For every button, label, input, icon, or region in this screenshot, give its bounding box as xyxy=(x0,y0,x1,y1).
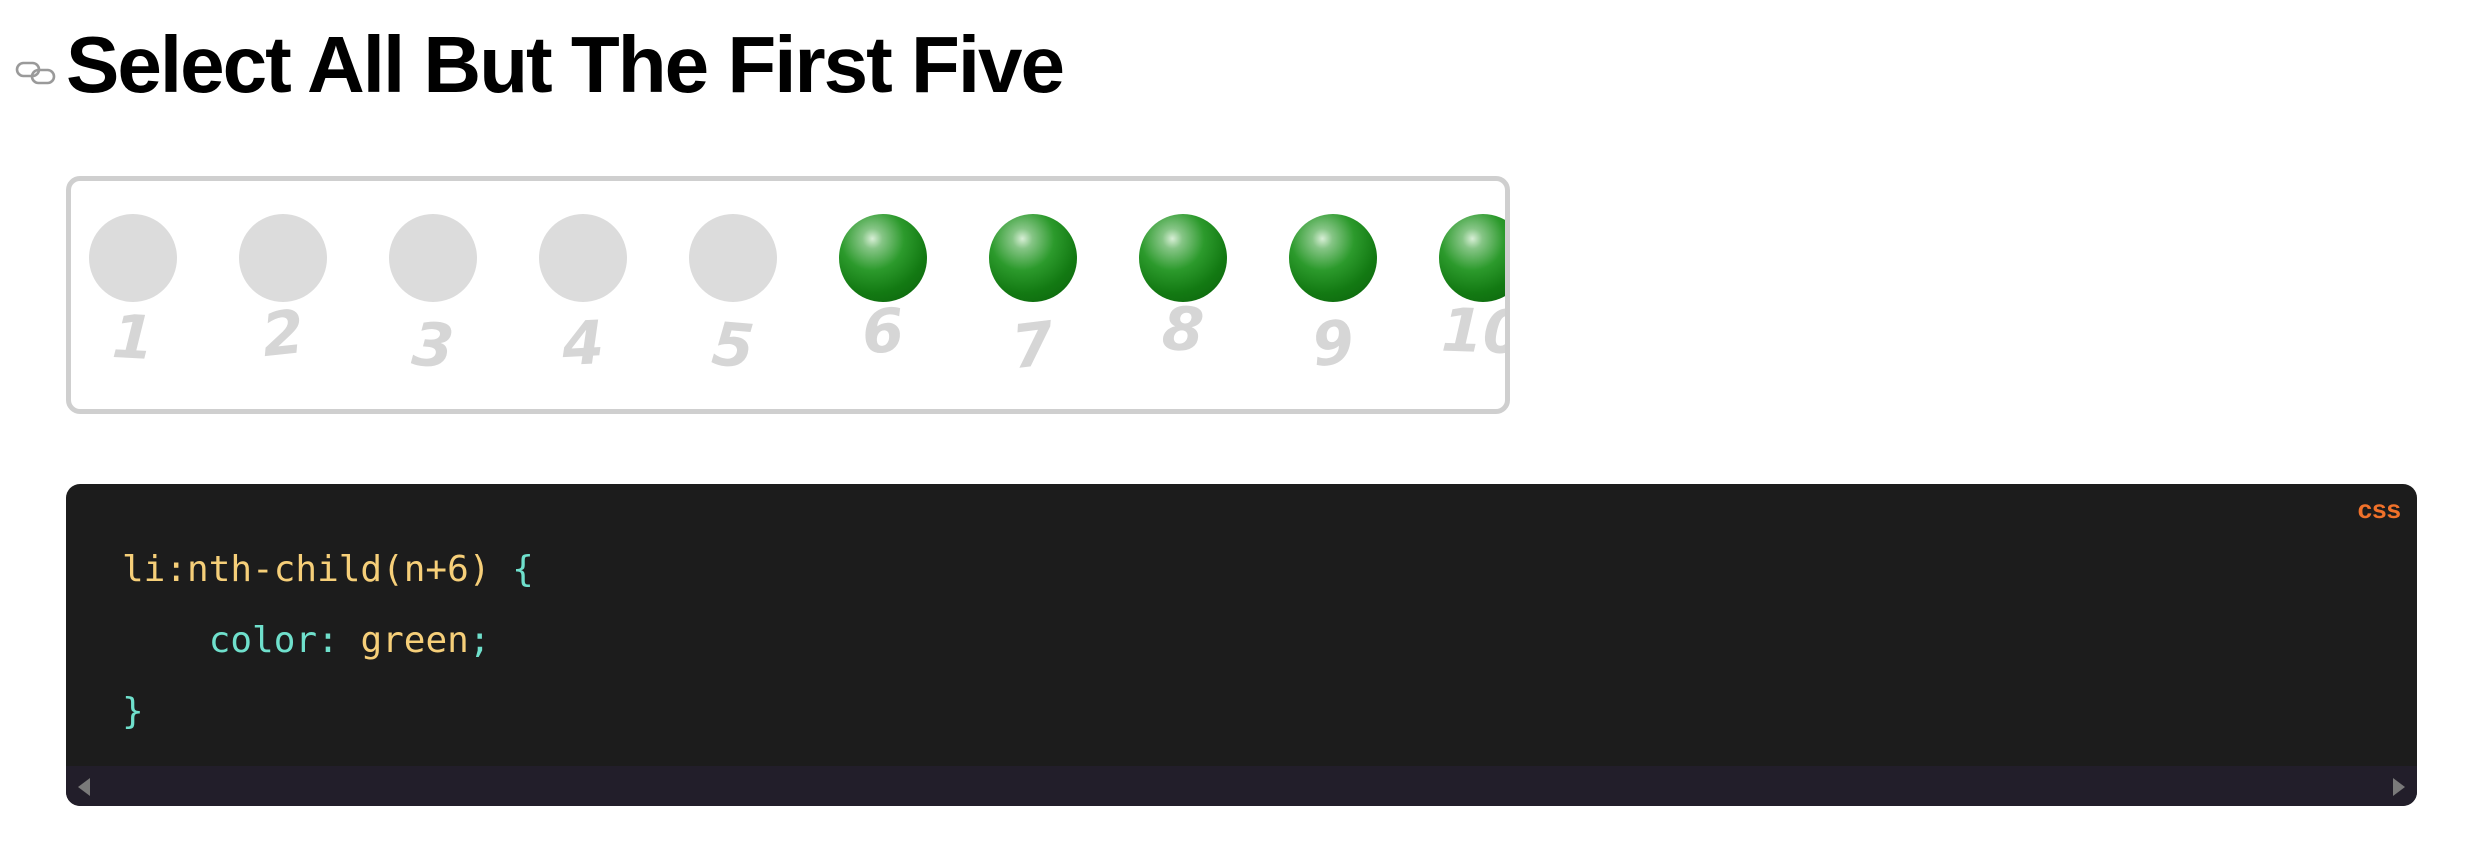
ball-number: 1 xyxy=(110,301,156,375)
ball-grey-icon xyxy=(89,214,177,302)
ball-item-2: 2 xyxy=(223,181,343,409)
ball-item-6: 6 xyxy=(823,181,943,409)
code-line-1: li:nth-child(n+6) { xyxy=(122,534,534,605)
code-semicolon: ; xyxy=(468,620,491,661)
code-close-brace: } xyxy=(122,691,144,732)
ball-grey-icon xyxy=(689,214,777,302)
ball-number: 5 xyxy=(709,309,757,383)
scroll-left-arrow-icon[interactable] xyxy=(78,778,90,796)
demo-box: 1 2 3 4 5 6 7 8 9 10 xyxy=(66,176,1510,414)
code-value: green xyxy=(360,620,469,661)
ball-item-9: 9 xyxy=(1273,181,1393,409)
ball-grey-icon xyxy=(539,214,627,302)
ball-item-3: 3 xyxy=(373,181,493,409)
ball-green-icon xyxy=(839,214,927,302)
ball-number: 9 xyxy=(1308,307,1358,381)
ball-grey-icon xyxy=(389,214,477,302)
horizontal-scrollbar[interactable] xyxy=(66,766,2417,806)
ball-number: 7 xyxy=(1008,308,1058,384)
code-block: css li:nth-child(n+6) { color: green;} xyxy=(66,484,2417,806)
ball-green-icon xyxy=(1289,214,1377,302)
language-label: css xyxy=(2357,494,2401,524)
code-selector: li:nth-child(n+6) xyxy=(122,549,491,590)
link-icon[interactable] xyxy=(15,58,57,88)
code-content: li:nth-child(n+6) { color: green;} xyxy=(122,534,534,747)
ball-item-1: 1 xyxy=(73,181,193,409)
page-title: Select All But The First Five xyxy=(66,20,1065,109)
ball-grey-icon xyxy=(239,214,327,302)
ball-item-10: 10 xyxy=(1423,181,1510,409)
ball-item-8: 8 xyxy=(1123,181,1243,409)
ball-list: 1 2 3 4 5 6 7 8 9 10 xyxy=(71,181,1505,409)
ball-number: 4 xyxy=(560,307,606,381)
ball-item-4: 4 xyxy=(523,181,643,409)
scroll-right-arrow-icon[interactable] xyxy=(2393,778,2405,796)
code-line-3: } xyxy=(122,676,534,747)
ball-number: 10 xyxy=(1440,295,1510,369)
code-line-2: color: green; xyxy=(122,605,534,676)
code-open-brace: { xyxy=(512,549,534,590)
ball-number: 8 xyxy=(1160,293,1206,367)
ball-item-7: 7 xyxy=(973,181,1093,409)
code-property: color: xyxy=(208,620,339,661)
ball-green-icon xyxy=(1439,214,1505,302)
ball-number: 6 xyxy=(859,295,907,369)
ball-number: 2 xyxy=(258,297,308,371)
ball-green-icon xyxy=(989,214,1077,302)
ball-item-5: 5 xyxy=(673,181,793,409)
ball-number: 3 xyxy=(409,309,457,383)
ball-green-icon xyxy=(1139,214,1227,302)
